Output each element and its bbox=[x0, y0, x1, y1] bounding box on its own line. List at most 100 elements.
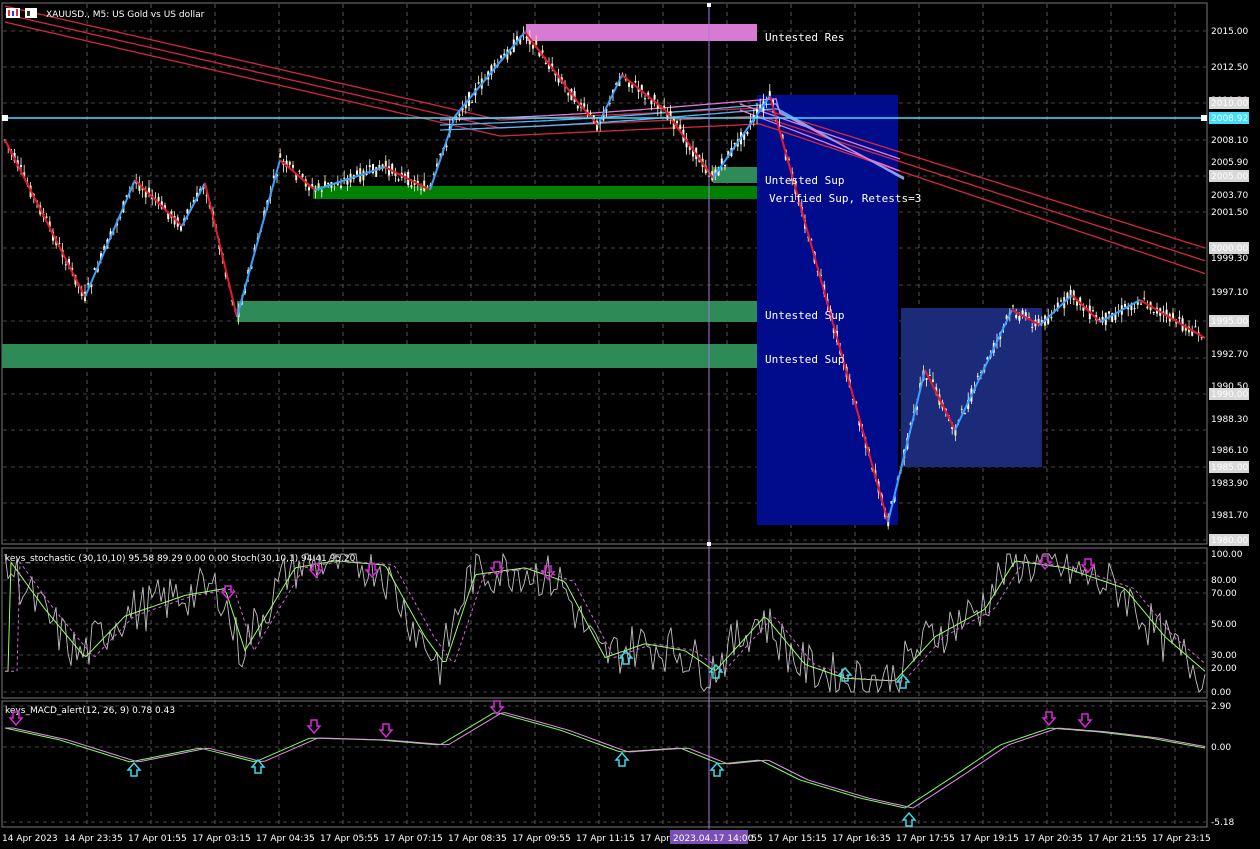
candle-body bbox=[1124, 303, 1126, 307]
candle-body bbox=[1143, 297, 1146, 299]
candle-body bbox=[1076, 301, 1078, 306]
line-handle-left-icon[interactable] bbox=[2, 115, 8, 121]
macd-level-label: 0.00 bbox=[1211, 743, 1231, 753]
price-tag: 1995.00 bbox=[1211, 317, 1248, 327]
stoch-level-label: 50.00 bbox=[1211, 620, 1237, 630]
time-label: 17 Apr 16:35 bbox=[832, 834, 891, 844]
candle-body bbox=[477, 82, 480, 84]
macd-header: keys_MACD_alert(12, 26, 9) 0.78 0.43 bbox=[5, 706, 175, 716]
candle-body bbox=[1178, 317, 1181, 319]
price-label: 1983.90 bbox=[1211, 479, 1248, 489]
candle-body bbox=[1050, 317, 1053, 319]
candle-body bbox=[653, 94, 656, 100]
stoch-level-label: 100.00 bbox=[1211, 550, 1243, 560]
candle-body bbox=[404, 173, 406, 176]
candle-body bbox=[420, 188, 422, 191]
cursor-handle-top-icon[interactable] bbox=[707, 3, 711, 7]
candle-body bbox=[298, 170, 301, 172]
time-label: 17 Apr 08:35 bbox=[448, 834, 507, 844]
candle-body bbox=[960, 408, 963, 410]
price-label: 1997.10 bbox=[1211, 288, 1248, 298]
candle-body bbox=[292, 164, 294, 168]
candle-body bbox=[679, 124, 682, 130]
support-zone-low bbox=[2, 344, 757, 368]
candle-body bbox=[500, 55, 502, 58]
price-tag: 2010.00 bbox=[1211, 99, 1248, 109]
price-label: 2008.10 bbox=[1211, 136, 1248, 146]
candle-body bbox=[458, 113, 461, 116]
candle-body bbox=[1021, 310, 1024, 315]
candle-body bbox=[410, 185, 413, 188]
untested-res-label: Untested Res bbox=[765, 31, 844, 44]
time-label: 17 Apr 07:15 bbox=[384, 834, 443, 844]
candle-body bbox=[1015, 315, 1018, 318]
candle-body bbox=[324, 181, 326, 187]
candle-body bbox=[1092, 310, 1094, 312]
stoch-level-label: 80.00 bbox=[1211, 576, 1237, 586]
candle-body bbox=[660, 111, 662, 113]
price-label: 2001.50 bbox=[1211, 208, 1248, 218]
symbol-title: XAUUSD., M5: US Gold vs US dollar bbox=[46, 10, 205, 20]
candle-body bbox=[180, 225, 182, 231]
candle-body bbox=[1037, 318, 1040, 324]
time-label: 17 Apr 19:15 bbox=[960, 834, 1019, 844]
stoch-level-label: 30.00 bbox=[1211, 651, 1237, 661]
candle-body bbox=[576, 105, 579, 109]
stoch-level-label: 0.00 bbox=[1211, 688, 1231, 698]
trading-chart[interactable]: Untested Res Untested Sup Verified Sup, … bbox=[0, 0, 1260, 849]
time-label: 17 Apr 04:35 bbox=[256, 834, 315, 844]
candle-body bbox=[724, 164, 726, 167]
time-axis[interactable]: 14 Apr 2023 14 Apr 23:35 17 Apr 01:55 17 Ap… bbox=[2, 834, 1211, 844]
support-zone-mid bbox=[237, 301, 757, 322]
candle-body bbox=[532, 45, 534, 49]
time-label: 17 Apr 03:15 bbox=[192, 834, 251, 844]
candle-body bbox=[733, 142, 736, 145]
price-label: 2005.90 bbox=[1211, 158, 1248, 168]
cursor-time-label: 2023.04.17 14:00 bbox=[673, 834, 754, 844]
price-tag: 1990.00 bbox=[1211, 390, 1248, 400]
candle-body bbox=[634, 80, 637, 83]
candle-body bbox=[397, 179, 400, 181]
candle-body bbox=[1152, 311, 1155, 313]
candle-body bbox=[45, 216, 48, 218]
candle-body bbox=[64, 264, 67, 266]
price-label: 1986.10 bbox=[1211, 446, 1248, 456]
price-tag: 1980.00 bbox=[1211, 536, 1248, 546]
price-label: 1992.70 bbox=[1211, 350, 1248, 360]
time-label: 17 Apr 09:55 bbox=[512, 834, 571, 844]
candle-body bbox=[87, 282, 90, 285]
price-tag: 2000.00 bbox=[1211, 244, 1248, 254]
candle-body bbox=[535, 40, 538, 45]
candle-body bbox=[544, 62, 547, 64]
candle-body bbox=[1031, 326, 1034, 328]
candle-body bbox=[93, 268, 96, 270]
price-tag: 2005.00 bbox=[1211, 172, 1248, 182]
untested-sup-label-3: Untested Sup bbox=[765, 353, 844, 366]
macd-level-label: -5.18 bbox=[1211, 818, 1235, 828]
candle-body bbox=[589, 113, 592, 115]
candle-body bbox=[362, 170, 365, 181]
candle-body bbox=[340, 185, 342, 188]
candle-body bbox=[746, 132, 749, 135]
time-label: 17 Apr 23:15 bbox=[1152, 834, 1211, 844]
candle-body bbox=[1146, 306, 1149, 309]
candle-body bbox=[628, 82, 630, 87]
price-label: 1988.30 bbox=[1211, 415, 1248, 425]
candle-body bbox=[650, 100, 653, 105]
price-label: 1999.30 bbox=[1211, 254, 1248, 264]
verified-sup-label: Verified Sup, Retests=3 bbox=[769, 192, 921, 205]
price-tag: 1985.00 bbox=[1211, 463, 1248, 473]
candle-body bbox=[1012, 305, 1014, 307]
candle-body bbox=[1133, 308, 1136, 310]
candle-body bbox=[471, 102, 474, 104]
candle-body bbox=[320, 190, 323, 192]
untested-sup-label-1: Untested Sup bbox=[765, 174, 844, 187]
candle-body bbox=[925, 378, 928, 380]
candle-body bbox=[493, 63, 496, 66]
macd-level-label: 2.90 bbox=[1211, 702, 1231, 712]
candle-body bbox=[1060, 300, 1062, 302]
verified-support-zone bbox=[313, 186, 757, 199]
cursor-handle-mid-icon[interactable] bbox=[707, 542, 711, 546]
line-handle-right-icon[interactable] bbox=[1201, 115, 1207, 121]
candle-body bbox=[1018, 315, 1021, 321]
